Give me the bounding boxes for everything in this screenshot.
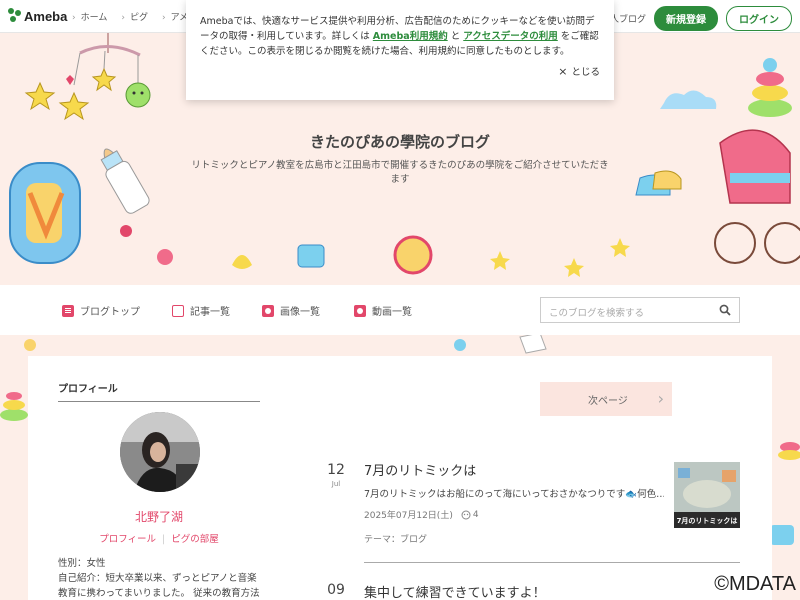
entry-date: 2025年07月12日(土) [364, 511, 453, 521]
profile-name[interactable]: 北野了湖 [58, 508, 260, 525]
thumbnail-caption: 7月のリトミックは [676, 517, 738, 525]
entry-day: 12 [327, 462, 345, 478]
access-data-link[interactable]: アクセスデータの利用 [463, 31, 558, 42]
nav-image-list-label: 画像一覧 [280, 307, 320, 318]
main-content: プロフィール 北野了湖 プロフィール | ピグの部屋 性別：女性 自己紹介：短大卒業… [28, 356, 772, 600]
nav-article-list-label: 記事一覧 [190, 307, 230, 318]
link-separator: | [162, 534, 166, 545]
profile-details: 性別：女性 自己紹介：短大卒業以来、ずっとピアノと音楽教育に携わってまいりました… [58, 556, 260, 600]
comment-count-value: 4 [472, 509, 479, 520]
nav-pigg[interactable]: ピグ [121, 10, 148, 23]
next-page-label: 次ページ [588, 396, 628, 407]
comment-count[interactable]: 4 [461, 510, 479, 520]
entry-meta: 2025年07月12日(土) 4 [364, 508, 479, 522]
cookie-text-2: と [447, 31, 464, 42]
cookie-close-button[interactable]: とじる [558, 64, 600, 80]
ameba-logo-text: Ameba [24, 8, 68, 24]
entry-divider [364, 562, 740, 563]
copy-icon [172, 304, 184, 317]
ameba-logo-icon [8, 8, 22, 24]
blog-nav: ブログトップ 記事一覧 画像一覧 動画一覧 このブログを検索する [0, 285, 800, 335]
search-input[interactable]: このブログを検索する [549, 305, 644, 319]
ameba-logo[interactable]: Ameba [8, 8, 67, 24]
ameba-terms-link[interactable]: Ameba利用規約 [373, 31, 448, 42]
video-icon [354, 304, 366, 317]
header-actions: 芸能人ブログ 新規登録 ログイン [592, 6, 792, 31]
pigg-room-link[interactable]: ピグの部屋 [171, 534, 219, 545]
watermark: ©MDATA [714, 573, 796, 595]
entry-excerpt: 7月のリトミックはお船にのって海にいっておさかなつりです🐟何色… [364, 489, 664, 500]
entry-thumbnail[interactable]: 7月のリトミックは [674, 462, 740, 528]
profile-heading: プロフィール [58, 380, 260, 402]
entry-day: 09 [327, 582, 345, 598]
profile-gender: 性別：女性 [58, 558, 106, 569]
nav-article-list[interactable]: 記事一覧 [172, 303, 230, 318]
profile-intro: 自己紹介：短大卒業以来、ずっとピアノと音楽教育に携わってまいりました。 従来の教… [58, 573, 260, 599]
profile-avatar[interactable] [120, 412, 200, 492]
profile-links: プロフィール | ピグの部屋 [58, 531, 260, 545]
chevron-right-icon: › [657, 389, 664, 408]
nav-blog-top-label: ブログトップ [80, 307, 140, 318]
nav-image-list[interactable]: 画像一覧 [262, 303, 320, 318]
profile-link[interactable]: プロフィール [99, 534, 156, 545]
entry-title[interactable]: 集中して練習できていますよ！ [364, 582, 546, 600]
camera-icon [262, 304, 274, 317]
entry-item: 12 Jul 7月のリトミックは 7月のリトミックはお船にのって海にいっておさか… [320, 460, 740, 560]
entry-theme[interactable]: テーマ：ブログ [364, 532, 427, 545]
entry-item: 09 集中して練習できていますよ！ [320, 582, 740, 600]
blog-description: リトミックとピアノ教室を広島市と江田島市で開催するきたのぴあの學院をご紹介させて… [191, 160, 609, 185]
cookie-notice: Amebaでは、快適なサービス提供や利用分析、広告配信のためにクッキーなどを使い… [186, 0, 614, 100]
blog-search-box[interactable]: このブログを検索する [540, 297, 740, 323]
register-button[interactable]: 新規登録 [654, 6, 718, 31]
avatar-photo [120, 412, 200, 492]
blog-title[interactable]: きたのぴあの學院のブログ [0, 131, 800, 152]
nav-home[interactable]: ホーム [72, 10, 108, 23]
entry-month: Jul [331, 480, 341, 488]
next-page-button[interactable]: 次ページ › [540, 382, 672, 416]
search-icon[interactable] [719, 304, 731, 316]
nav-blog-top[interactable]: ブログトップ [62, 303, 140, 318]
login-button[interactable]: ログイン [726, 6, 792, 31]
document-icon [62, 304, 74, 317]
nav-video-list[interactable]: 動画一覧 [354, 303, 412, 318]
comment-icon [461, 510, 471, 519]
nav-video-list-label: 動画一覧 [372, 307, 412, 318]
entry-title[interactable]: 7月のリトミックは [364, 460, 476, 479]
